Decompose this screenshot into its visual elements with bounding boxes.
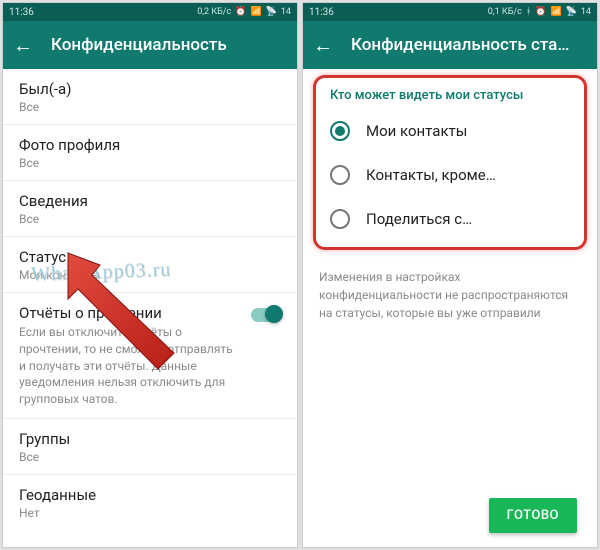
item-status[interactable]: Статус Мои контакты: [3, 237, 297, 292]
item-title: Отчёты о прочтении: [19, 304, 241, 322]
item-sub: Мои контакты: [19, 268, 281, 282]
status-time: 11:36: [9, 7, 34, 18]
appbar-title: Конфиденциальность: [51, 35, 227, 55]
phone-right: 11:36 0,1 КБ/с ᚼ ⏰ 📶 📡 14 ← Конфиденциал…: [302, 2, 598, 548]
status-bar: 11:36 0,1 КБ/с ᚼ ⏰ 📶 📡 14: [303, 3, 597, 21]
item-groups[interactable]: Группы Все: [3, 419, 297, 474]
status-battery: 14: [281, 7, 291, 17]
item-read-receipts[interactable]: Отчёты о прочтении Если вы отключите отч…: [3, 293, 297, 418]
done-button[interactable]: ГОТОВО: [489, 498, 577, 533]
status-time: 11:36: [309, 7, 334, 18]
item-title: Статус: [19, 248, 281, 266]
alarm-icon: ⏰: [535, 7, 546, 17]
status-net: 0,2 КБ/с: [197, 7, 231, 17]
radio-share-with[interactable]: Поделиться с…: [320, 197, 580, 241]
radio-label: Контакты, кроме…: [366, 166, 496, 184]
radio-contacts-except[interactable]: Контакты, кроме…: [320, 153, 580, 197]
phone-left: 11:36 0,2 КБ/с ⏰ 📶 📡 14 ← Конфиденциальн…: [2, 2, 298, 548]
bluetooth-icon: ᚼ: [526, 7, 531, 17]
radio-label: Поделиться с…: [366, 210, 472, 228]
radio-icon: [330, 209, 350, 229]
back-icon[interactable]: ←: [313, 35, 333, 55]
item-title: Фото профиля: [19, 136, 281, 154]
radio-icon: [330, 165, 350, 185]
annotation-highlight-box: Кто может видеть мои статусы Мои контакт…: [313, 75, 587, 250]
radio-label: Мои контакты: [366, 122, 467, 140]
info-note: Изменения в настройках конфиденциальност…: [303, 260, 597, 330]
radio-my-contacts[interactable]: Мои контакты: [320, 109, 580, 153]
item-about[interactable]: Сведения Все: [3, 181, 297, 236]
appbar-title: Конфиденциальность ста…: [351, 35, 569, 55]
item-sub: Нет: [19, 506, 281, 520]
item-photo[interactable]: Фото профиля Все: [3, 125, 297, 180]
status-bar: 11:36 0,2 КБ/с ⏰ 📶 📡 14: [3, 3, 297, 21]
item-title: Группы: [19, 430, 281, 448]
item-sub: Все: [19, 212, 281, 226]
wifi-icon: 📡: [566, 7, 577, 17]
item-sub: Все: [19, 156, 281, 170]
item-geo[interactable]: Геоданные Нет: [3, 475, 297, 530]
status-battery: 14: [581, 7, 591, 17]
radio-icon: [330, 121, 350, 141]
section-title: Кто может видеть мои статусы: [320, 84, 580, 109]
status-privacy-content: Кто может видеть мои статусы Мои контакт…: [303, 69, 597, 547]
alarm-icon: ⏰: [235, 7, 246, 17]
item-last-seen[interactable]: Был(-а) Все: [3, 69, 297, 124]
item-title: Сведения: [19, 192, 281, 210]
item-title: Был(-а): [19, 80, 281, 98]
signal-icon: 📶: [250, 7, 261, 17]
wifi-icon: 📡: [266, 7, 277, 17]
item-desc: Если вы отключите отчёты о прочтении, то…: [19, 324, 241, 408]
read-receipts-toggle[interactable]: [251, 308, 281, 322]
settings-list: Был(-а) Все Фото профиля Все Сведения Вс…: [3, 69, 297, 547]
app-bar: ← Конфиденциальность: [3, 21, 297, 69]
status-net: 0,1 КБ/с: [488, 7, 522, 17]
item-sub: Все: [19, 450, 281, 464]
back-icon[interactable]: ←: [13, 35, 33, 55]
signal-icon: 📶: [550, 7, 561, 17]
item-title: Геоданные: [19, 486, 281, 504]
app-bar: ← Конфиденциальность ста…: [303, 21, 597, 69]
item-sub: Все: [19, 100, 281, 114]
